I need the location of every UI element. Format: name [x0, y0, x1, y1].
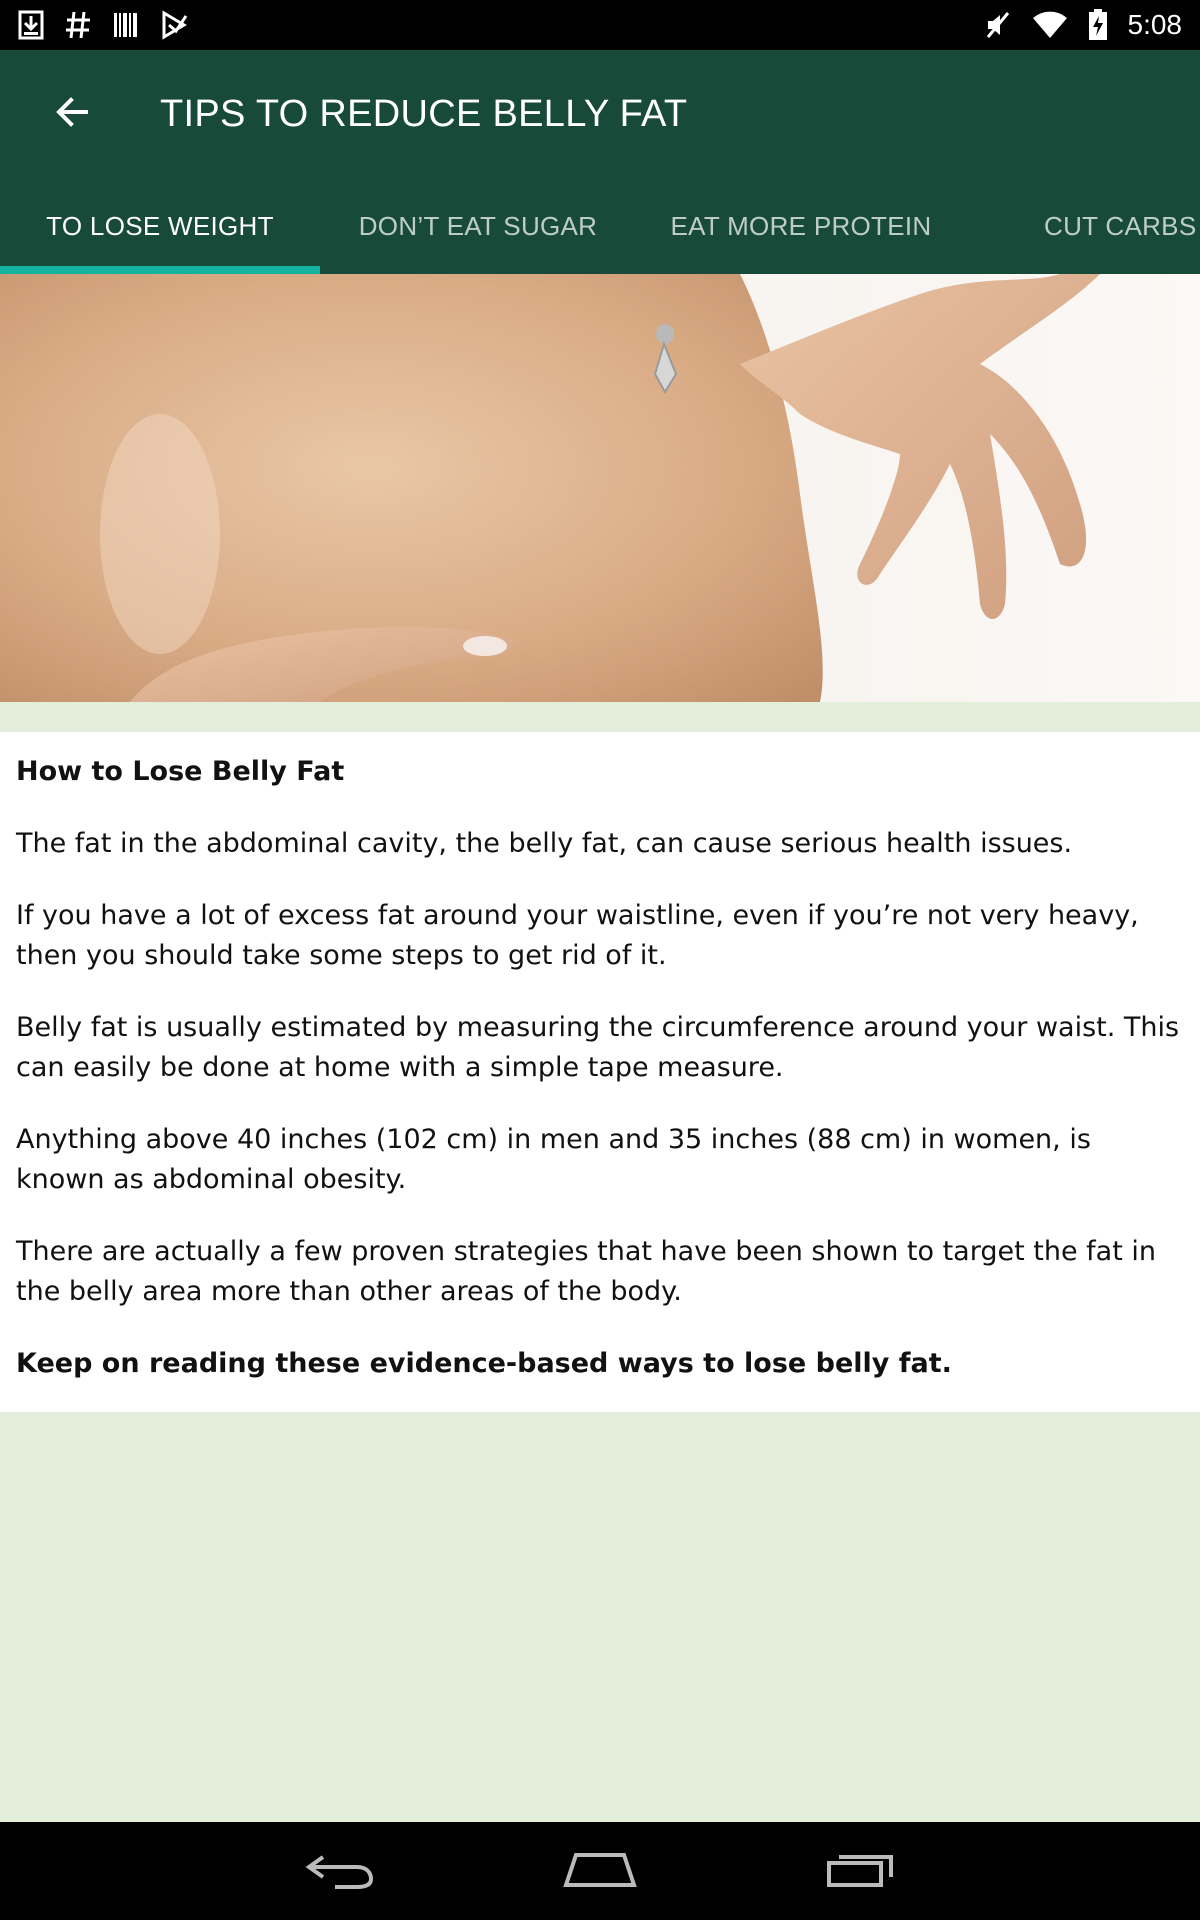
- article-paragraph: The fat in the abdominal cavity, the bel…: [16, 828, 1073, 859]
- article-paragraph: Belly fat is usually estimated by measur…: [16, 1012, 1180, 1083]
- system-nav-bar: [0, 1822, 1200, 1920]
- nav-recents-button[interactable]: [810, 1841, 910, 1901]
- back-button[interactable]: [24, 66, 120, 162]
- hash-icon: [64, 10, 92, 40]
- status-bar: 5:08: [0, 0, 1200, 50]
- system-status-icons: 5:08: [984, 9, 1183, 41]
- status-clock: 5:08: [1127, 9, 1183, 40]
- download-icon: [18, 10, 44, 40]
- tab-dont-eat-sugar[interactable]: DON’T EAT SUGAR: [320, 178, 636, 274]
- tab-to-lose-weight[interactable]: TO LOSE WEIGHT: [0, 178, 320, 274]
- tab-cut-carbs[interactable]: CUT CARBS: [1020, 178, 1200, 274]
- nav-back-button[interactable]: [290, 1841, 390, 1901]
- back-nav-icon: [305, 1849, 375, 1894]
- barcode-icon: [112, 10, 140, 40]
- article-paragraph: Anything above 40 inches (102 cm) in men…: [16, 1124, 1091, 1195]
- active-tab-indicator: [0, 266, 320, 274]
- tab-bar: TO LOSE WEIGHT DON’T EAT SUGAR EAT MORE …: [0, 178, 1200, 274]
- mute-icon: [984, 10, 1012, 40]
- article-paragraph: There are actually a few proven strategi…: [16, 1236, 1156, 1307]
- wifi-icon: [1032, 10, 1068, 40]
- battery-charging-icon: [1088, 9, 1108, 41]
- article-heading: How to Lose Belly Fat: [16, 756, 345, 787]
- article-card: How to Lose Belly Fat The fat in the abd…: [0, 732, 1200, 1412]
- page-title: TIPS TO REDUCE BELLY FAT: [160, 92, 688, 135]
- article-closing: Keep on reading these evidence-based way…: [16, 1348, 952, 1379]
- play-store-icon: [160, 10, 188, 40]
- recents-nav-icon: [825, 1849, 895, 1894]
- arrow-left-icon: [54, 94, 90, 135]
- notification-icons: [18, 10, 188, 40]
- nav-home-button[interactable]: [550, 1841, 650, 1901]
- app-bar: TIPS TO REDUCE BELLY FAT: [0, 50, 1200, 178]
- article-paragraph: If you have a lot of excess fat around y…: [16, 900, 1139, 971]
- belly-hero-image: [0, 274, 1200, 702]
- home-nav-icon: [562, 1849, 638, 1894]
- tab-eat-more-protein[interactable]: EAT MORE PROTEIN: [636, 178, 966, 274]
